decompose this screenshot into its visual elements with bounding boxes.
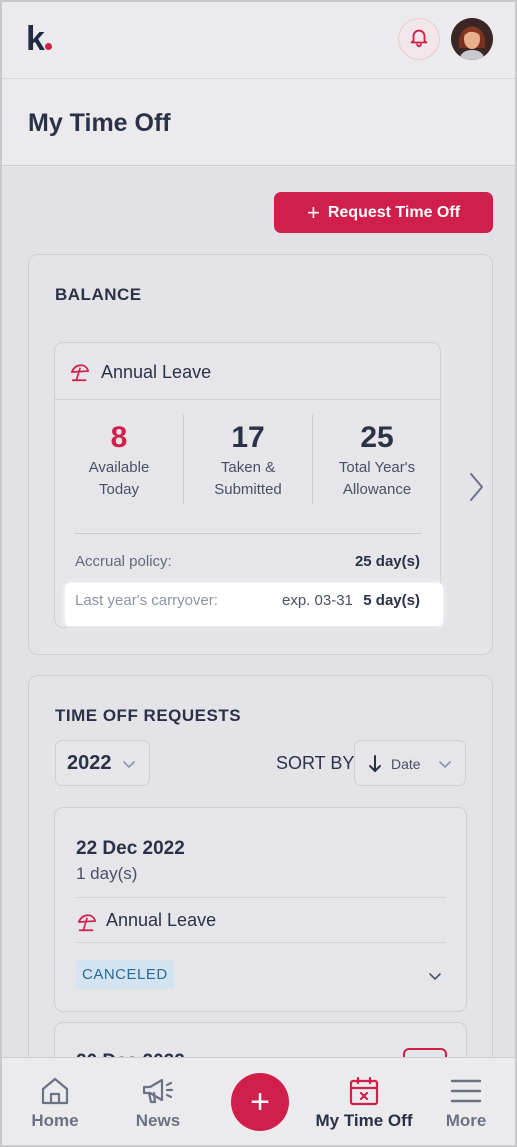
chevron-right-icon[interactable] xyxy=(466,472,486,507)
page-title: My Time Off xyxy=(28,109,171,137)
accrual-policy-value: 25 day(s) xyxy=(354,553,420,570)
calendar-x-icon xyxy=(348,1075,380,1112)
megaphone-icon xyxy=(141,1075,175,1112)
leave-header: Annual Leave xyxy=(55,343,440,400)
chevron-down-icon xyxy=(438,757,452,776)
chevron-down-icon xyxy=(122,757,136,776)
time-off-request-item[interactable]: 22 Dec 2022 1 day(s) Annual Leave CANCEL… xyxy=(54,807,467,1012)
time-off-request-item[interactable]: 20 Dec 2022 xyxy=(54,1022,467,1062)
sort-by-label: SORT BY xyxy=(276,753,355,773)
sort-select[interactable]: Date xyxy=(354,740,466,786)
plus-icon: + xyxy=(306,199,320,225)
app-logo[interactable]: k xyxy=(26,20,52,59)
nav-my-time-off[interactable]: My Time Off xyxy=(314,1058,414,1146)
avatar[interactable] xyxy=(451,18,493,60)
request-type: Annual Leave xyxy=(106,910,217,930)
menu-icon xyxy=(450,1075,482,1112)
chevron-down-icon[interactable] xyxy=(428,970,442,989)
balance-title: BALANCE xyxy=(55,285,142,304)
nav-news[interactable]: News xyxy=(108,1058,208,1146)
status-badge: CANCELED xyxy=(76,960,174,989)
notifications-button[interactable] xyxy=(398,18,440,60)
requests-title: TIME OFF REQUESTS xyxy=(55,706,242,725)
carryover-value: 5 day(s) xyxy=(363,592,420,609)
beach-umbrella-icon xyxy=(76,911,98,938)
bell-icon xyxy=(408,26,430,53)
carryover-label: Last year's carryover: xyxy=(75,592,218,609)
carryover-row: Last year's carryover: exp. 03-31 5 day(… xyxy=(65,583,443,626)
stat-allowance: 25 Total Year's Allowance xyxy=(338,421,416,498)
carryover-expiry: exp. 03-31 xyxy=(282,592,353,609)
request-date: 22 Dec 2022 xyxy=(76,838,185,859)
stat-taken: 17 Taken & Submitted xyxy=(214,421,282,498)
arrow-down-icon xyxy=(367,754,383,779)
request-time-off-button[interactable]: + Request Time Off xyxy=(274,192,493,233)
nav-more[interactable]: More xyxy=(416,1058,516,1146)
home-icon xyxy=(39,1075,71,1112)
year-select[interactable]: 2022 xyxy=(55,740,150,786)
stat-available: 8 Available Today xyxy=(88,421,150,498)
beach-umbrella-icon xyxy=(69,361,91,388)
title-bar: My Time Off xyxy=(2,78,515,166)
nav-home[interactable]: Home xyxy=(5,1058,105,1146)
add-button[interactable]: + xyxy=(231,1073,289,1131)
accrual-policy-label: Accrual policy: xyxy=(75,553,172,570)
request-duration: 1 day(s) xyxy=(76,864,138,883)
leave-type-label: Annual Leave xyxy=(101,362,212,382)
